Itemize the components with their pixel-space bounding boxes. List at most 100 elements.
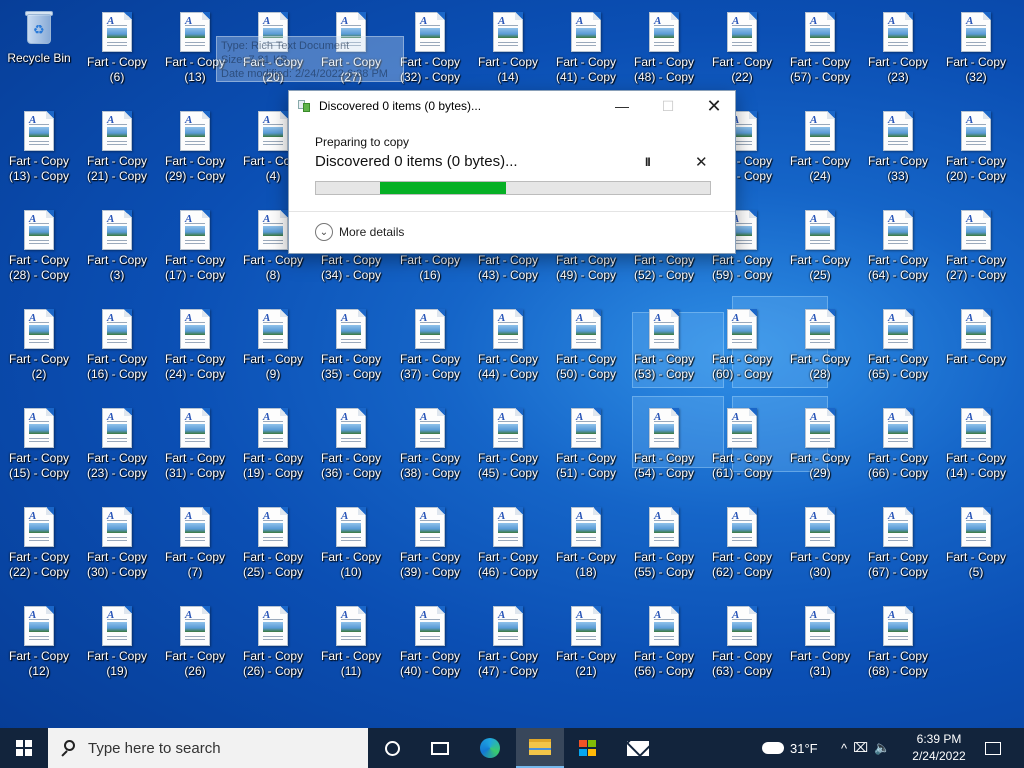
- desktop-file-icon[interactable]: A Fart - Copy (44) - Copy: [469, 297, 547, 391]
- desktop-file-icon[interactable]: A Fart - Copy (60) - Copy: [703, 297, 781, 391]
- dialog-titlebar[interactable]: Discovered 0 items (0 bytes)... — ☐ ✕: [289, 91, 735, 121]
- desktop-file-icon[interactable]: A Fart - Copy (6): [78, 0, 156, 94]
- notification-button[interactable]: [978, 728, 1008, 768]
- close-button[interactable]: ✕: [691, 91, 737, 121]
- desktop-file-icon[interactable]: A Fart - Copy (40) - Copy: [391, 594, 469, 688]
- desktop-file-icon[interactable]: A Fart - Copy (11): [312, 594, 390, 688]
- desktop-file-icon[interactable]: A Fart - Copy (24) - Copy: [156, 297, 234, 391]
- desktop-file-icon[interactable]: A Fart - Copy (16) - Copy: [78, 297, 156, 391]
- desktop-file-icon[interactable]: A Fart - Copy (29) - Copy: [156, 99, 234, 193]
- weather-widget[interactable]: 31°F: [762, 728, 818, 768]
- desktop-file-icon[interactable]: A Fart - Copy (32): [937, 0, 1015, 94]
- cortana-button[interactable]: [368, 728, 416, 768]
- desktop-file-icon[interactable]: A Fart - Copy (63) - Copy: [703, 594, 781, 688]
- mail-button[interactable]: [614, 728, 662, 768]
- store-button[interactable]: [564, 728, 612, 768]
- maximize-button[interactable]: ☐: [645, 91, 691, 121]
- desktop-file-icon[interactable]: A Fart - Copy (28): [781, 297, 859, 391]
- desktop-file-icon[interactable]: A Fart - Copy (47) - Copy: [469, 594, 547, 688]
- rich-text-document-icon: A: [727, 606, 757, 646]
- desktop-file-icon[interactable]: A Fart - Copy (22) - Copy: [0, 495, 78, 589]
- desktop-file-icon[interactable]: A Fart - Copy (25) - Copy: [234, 495, 312, 589]
- pause-button[interactable]: II: [645, 155, 651, 169]
- desktop-file-icon[interactable]: A Fart - Copy (45) - Copy: [469, 396, 547, 490]
- more-details-toggle[interactable]: ⌄ More details: [315, 223, 404, 241]
- desktop-file-icon[interactable]: A Fart - Copy (26) - Copy: [234, 594, 312, 688]
- desktop-file-icon[interactable]: A Fart - Copy (22): [703, 0, 781, 94]
- minimize-button[interactable]: —: [599, 91, 645, 121]
- recycle-bin[interactable]: ♻ Recycle Bin: [0, 0, 78, 94]
- desktop-file-icon[interactable]: A Fart - Copy (7): [156, 495, 234, 589]
- desktop-file-icon[interactable]: A Fart - Copy (24): [781, 99, 859, 193]
- desktop-file-icon[interactable]: A Fart - Copy (3): [78, 198, 156, 292]
- desktop-file-icon[interactable]: A Fart - Copy (19) - Copy: [234, 396, 312, 490]
- desktop-file-icon[interactable]: A Fart - Copy (29): [781, 396, 859, 490]
- desktop-file-icon[interactable]: A Fart - Copy (50) - Copy: [547, 297, 625, 391]
- start-button[interactable]: [0, 728, 48, 768]
- desktop-file-icon[interactable]: A Fart - Copy (41) - Copy: [547, 0, 625, 94]
- desktop-file-icon[interactable]: A Fart - Copy (35) - Copy: [312, 297, 390, 391]
- copy-progress-dialog[interactable]: Discovered 0 items (0 bytes)... — ☐ ✕ Pr…: [288, 90, 736, 254]
- cancel-button[interactable]: ✕: [695, 153, 708, 171]
- chevron-up-icon[interactable]: ^: [841, 741, 847, 756]
- desktop-file-icon[interactable]: A Fart - Copy (14): [469, 0, 547, 94]
- desktop-file-icon[interactable]: A Fart - Copy (37) - Copy: [391, 297, 469, 391]
- desktop-file-icon[interactable]: A Fart - Copy (13) - Copy: [0, 99, 78, 193]
- desktop-file-icon[interactable]: A Fart - Copy (25): [781, 198, 859, 292]
- desktop-file-icon[interactable]: A Fart - Copy (51) - Copy: [547, 396, 625, 490]
- desktop-file-icon[interactable]: A Fart - Copy (31) - Copy: [156, 396, 234, 490]
- desktop-file-icon[interactable]: A Fart - Copy (23) - Copy: [78, 396, 156, 490]
- desktop-file-icon[interactable]: A Fart - Copy (30) - Copy: [78, 495, 156, 589]
- desktop-file-icon[interactable]: A Fart - Copy (21) - Copy: [78, 99, 156, 193]
- desktop-file-icon[interactable]: A Fart - Copy (33): [859, 99, 937, 193]
- desktop-file-icon[interactable]: A Fart - Copy (19): [78, 594, 156, 688]
- desktop-file-icon[interactable]: AFart - Copy(5): [937, 495, 1015, 589]
- desktop-file-icon[interactable]: A Fart - Copy (9): [234, 297, 312, 391]
- desktop-file-icon[interactable]: A Fart - Copy (17) - Copy: [156, 198, 234, 292]
- desktop-file-icon[interactable]: A Fart - Copy (68) - Copy: [859, 594, 937, 688]
- desktop-file-icon[interactable]: A Fart - Copy (36) - Copy: [312, 396, 390, 490]
- desktop-file-icon[interactable]: A Fart - Copy (27) - Copy: [937, 198, 1015, 292]
- desktop-file-icon[interactable]: A Fart - Copy (23): [859, 0, 937, 94]
- file-label-line2: (32) - Copy: [399, 70, 461, 84]
- desktop-file-icon[interactable]: A Fart - Copy (21): [547, 594, 625, 688]
- file-explorer-button[interactable]: [516, 728, 564, 768]
- desktop-file-icon[interactable]: A Fart - Copy (62) - Copy: [703, 495, 781, 589]
- desktop-file-icon[interactable]: A Fart - Copy (12): [0, 594, 78, 688]
- file-label: Fart - Copy (26) - Copy: [243, 649, 303, 679]
- desktop-file-icon[interactable]: A Fart - Copy (54) - Copy: [625, 396, 703, 490]
- desktop-file-icon[interactable]: A Fart - Copy (67) - Copy: [859, 495, 937, 589]
- network-icon[interactable]: ⌧: [853, 740, 868, 756]
- desktop-file-icon[interactable]: A Fart - Copy (26): [156, 594, 234, 688]
- desktop-file-icon[interactable]: A Fart - Copy (10): [312, 495, 390, 589]
- clock[interactable]: 6:39 PM 2/24/2022: [906, 731, 972, 765]
- desktop-file-icon[interactable]: A Fart - Copy (53) - Copy: [625, 297, 703, 391]
- volume-icon[interactable]: 🔈: [874, 740, 890, 756]
- desktop-file-icon[interactable]: A Fart - Copy (39) - Copy: [391, 495, 469, 589]
- desktop-file-icon[interactable]: A Fart - Copy (56) - Copy: [625, 594, 703, 688]
- desktop-file-icon[interactable]: A Fart - Copy (2): [0, 297, 78, 391]
- desktop-file-icon[interactable]: A Fart - Copy (55) - Copy: [625, 495, 703, 589]
- desktop-file-icon[interactable]: A Fart - Copy (14) - Copy: [937, 396, 1015, 490]
- desktop-file-icon[interactable]: A Fart - Copy (30): [781, 495, 859, 589]
- desktop-file-icon[interactable]: A Fart - Copy (57) - Copy: [781, 0, 859, 94]
- desktop-file-icon[interactable]: A Fart - Copy (18): [547, 495, 625, 589]
- desktop-file-icon[interactable]: A Fart - Copy (28) - Copy: [0, 198, 78, 292]
- desktop-file-icon[interactable]: A Fart - Copy (38) - Copy: [391, 396, 469, 490]
- desktop-file-icon[interactable]: A Fart - Copy (66) - Copy: [859, 396, 937, 490]
- desktop-file-icon[interactable]: A Fart - Copy (61) - Copy: [703, 396, 781, 490]
- file-label: Fart - Copy (31): [790, 649, 850, 679]
- mail-icon: [627, 740, 649, 756]
- search-box[interactable]: Type here to search: [48, 728, 368, 768]
- desktop-file-icon[interactable]: A Fart - Copy (48) - Copy: [625, 0, 703, 94]
- task-view-button[interactable]: [416, 728, 464, 768]
- rich-text-document-icon: A: [493, 309, 523, 349]
- desktop-file-icon[interactable]: A Fart - Copy (46) - Copy: [469, 495, 547, 589]
- desktop-file-icon[interactable]: A Fart - Copy (65) - Copy: [859, 297, 937, 391]
- desktop-file-icon[interactable]: A Fart - Copy (15) - Copy: [0, 396, 78, 490]
- desktop-file-icon[interactable]: A Fart - Copy: [937, 297, 1015, 391]
- desktop-file-icon[interactable]: A Fart - Copy (31): [781, 594, 859, 688]
- edge-button[interactable]: [466, 728, 514, 768]
- desktop-file-icon[interactable]: A Fart - Copy (64) - Copy: [859, 198, 937, 292]
- desktop-file-icon[interactable]: A Fart - Copy (20) - Copy: [937, 99, 1015, 193]
